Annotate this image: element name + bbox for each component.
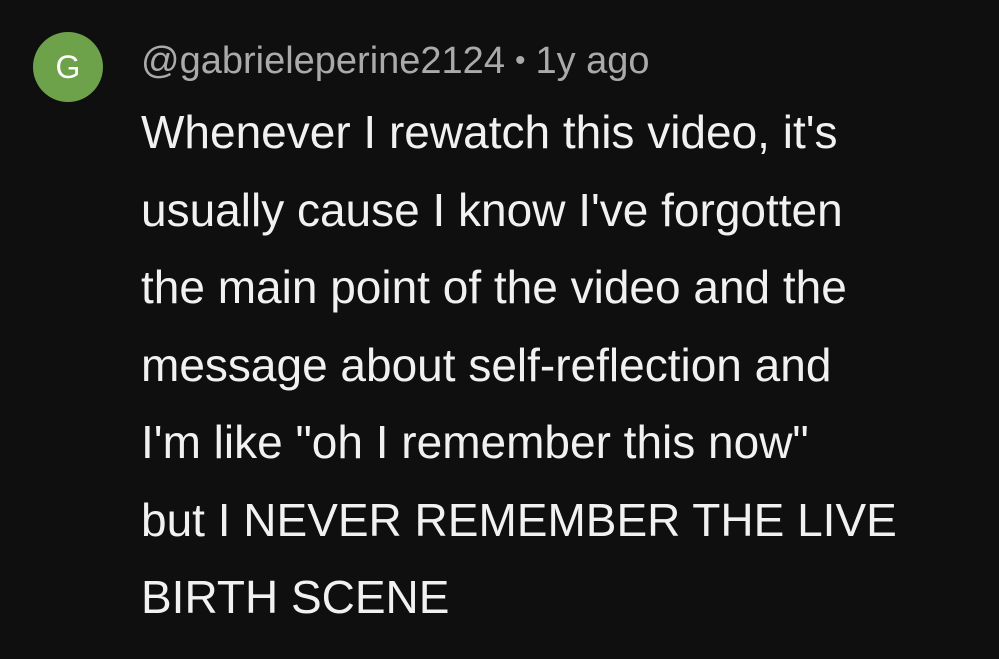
author-handle[interactable]: @gabrieleperine2124 — [141, 40, 505, 83]
separator-dot: • — [514, 44, 526, 77]
comment-text-line: the main point of the video and the — [141, 261, 847, 313]
comment-text-line: but I NEVER REMEMBER THE LIVE — [141, 493, 897, 546]
comment-timestamp: 1y ago — [535, 39, 650, 82]
comment-text-line: Whenever I rewatch this video, it's — [141, 106, 838, 158]
comment-text-line: I'm like "oh I remember this now" — [141, 416, 809, 468]
comment-text-line: BIRTH SCENE — [141, 571, 450, 623]
avatar[interactable]: G — [33, 32, 103, 102]
comment-text: Whenever I rewatch this video, it's usua… — [141, 94, 991, 637]
comment-text-line: message about self-reflection and — [141, 338, 832, 391]
comment-card: G @gabrieleperine2124 • 1y ago Whenever … — [0, 0, 999, 659]
comment-text-line: usually cause I know I've forgotten — [141, 183, 843, 236]
comment-header: @gabrieleperine2124 • 1y ago — [141, 36, 650, 86]
avatar-letter: G — [55, 48, 81, 85]
